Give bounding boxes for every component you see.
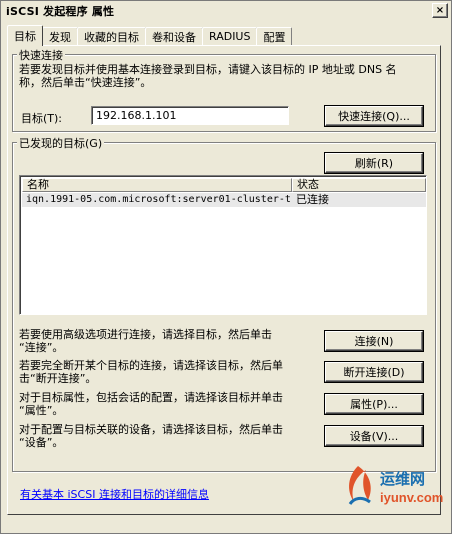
listview-header: 名称 状态: [22, 178, 426, 192]
disconnect-description: 若要完全断开某个目标的连接，请选择该目标，然后单 击“断开连接”。: [19, 359, 283, 385]
refresh-button[interactable]: 刷新(R): [325, 153, 423, 173]
targets-panel: 快速连接 若要发现目标并使用基本连接登录到目标，请键入该目标的 IP 地址或 D…: [7, 45, 443, 515]
quick-connect-description: 若要发现目标并使用基本连接登录到目标，请键入该目标的 IP 地址或 DNS 名 …: [19, 63, 397, 89]
tab-discovery[interactable]: 发现: [42, 27, 78, 45]
connect-button[interactable]: 连接(N): [325, 331, 423, 351]
targets-listview[interactable]: 名称 状态 iqn.1991-05.com.microsoft:server01…: [19, 175, 427, 315]
tab-volumes-devices[interactable]: 卷和设备: [145, 27, 203, 45]
column-status[interactable]: 状态: [292, 178, 426, 192]
properties-description: 对于目标属性，包括会话的配置，请选择该目标并单击 “属性”。: [19, 391, 283, 417]
devices-button[interactable]: 设备(V)...: [325, 426, 423, 446]
connect-description: 若要使用高级选项进行连接，请选择目标，然后单击 “连接”。: [19, 328, 272, 354]
tab-configuration[interactable]: 配置: [256, 27, 293, 45]
site-watermark: 运维网 iyunv.com: [340, 462, 443, 512]
devices-description: 对于配置与目标关联的设备，请选择该目标，然后单击 “设备”。: [19, 423, 283, 449]
help-link[interactable]: 有关基本 iSCSI 连接和目标的详细信息: [20, 486, 209, 502]
discovered-targets-label: 已发现的目标(G): [17, 135, 105, 151]
watermark-domain: iyunv.com: [380, 490, 444, 505]
tab-strip: 目标 发现 收藏的目标 卷和设备 RADIUS 配置: [7, 25, 293, 46]
row-target-status: 已连接: [296, 193, 329, 206]
properties-button[interactable]: 属性(P)...: [325, 394, 423, 414]
tab-radius[interactable]: RADIUS: [202, 27, 258, 45]
tab-targets[interactable]: 目标: [7, 25, 43, 46]
close-button[interactable]: ×: [432, 3, 448, 18]
table-row[interactable]: iqn.1991-05.com.microsoft:server01-clust…: [22, 193, 426, 207]
quick-connect-group: 快速连接 若要发现目标并使用基本连接登录到目标，请键入该目标的 IP 地址或 D…: [12, 47, 436, 132]
watermark-name: 运维网: [380, 470, 426, 488]
target-input[interactable]: [91, 106, 289, 125]
disconnect-button[interactable]: 断开连接(D): [325, 362, 423, 382]
tab-favorite-targets[interactable]: 收藏的目标: [77, 27, 146, 45]
row-target-name: iqn.1991-05.com.microsoft:server01-clust…: [26, 194, 292, 205]
target-field-label: 目标(T):: [21, 112, 63, 125]
window-title: iSCSI 发起程序 属性: [6, 5, 115, 18]
properties-window: iSCSI 发起程序 属性 × 目标 发现 收藏的目标 卷和设备 RADIUS …: [0, 0, 452, 534]
quick-connect-label: 快速连接: [17, 47, 65, 63]
column-name[interactable]: 名称: [22, 178, 292, 192]
watermark-logo-icon: [348, 466, 371, 505]
title-bar[interactable]: iSCSI 发起程序 属性 ×: [2, 2, 450, 20]
discovered-targets-group: 已发现的目标(G) 刷新(R) 名称 状态 iqn.1991-05.com.mi…: [12, 135, 436, 472]
quick-connect-button[interactable]: 快速连接(Q)...: [325, 106, 423, 126]
